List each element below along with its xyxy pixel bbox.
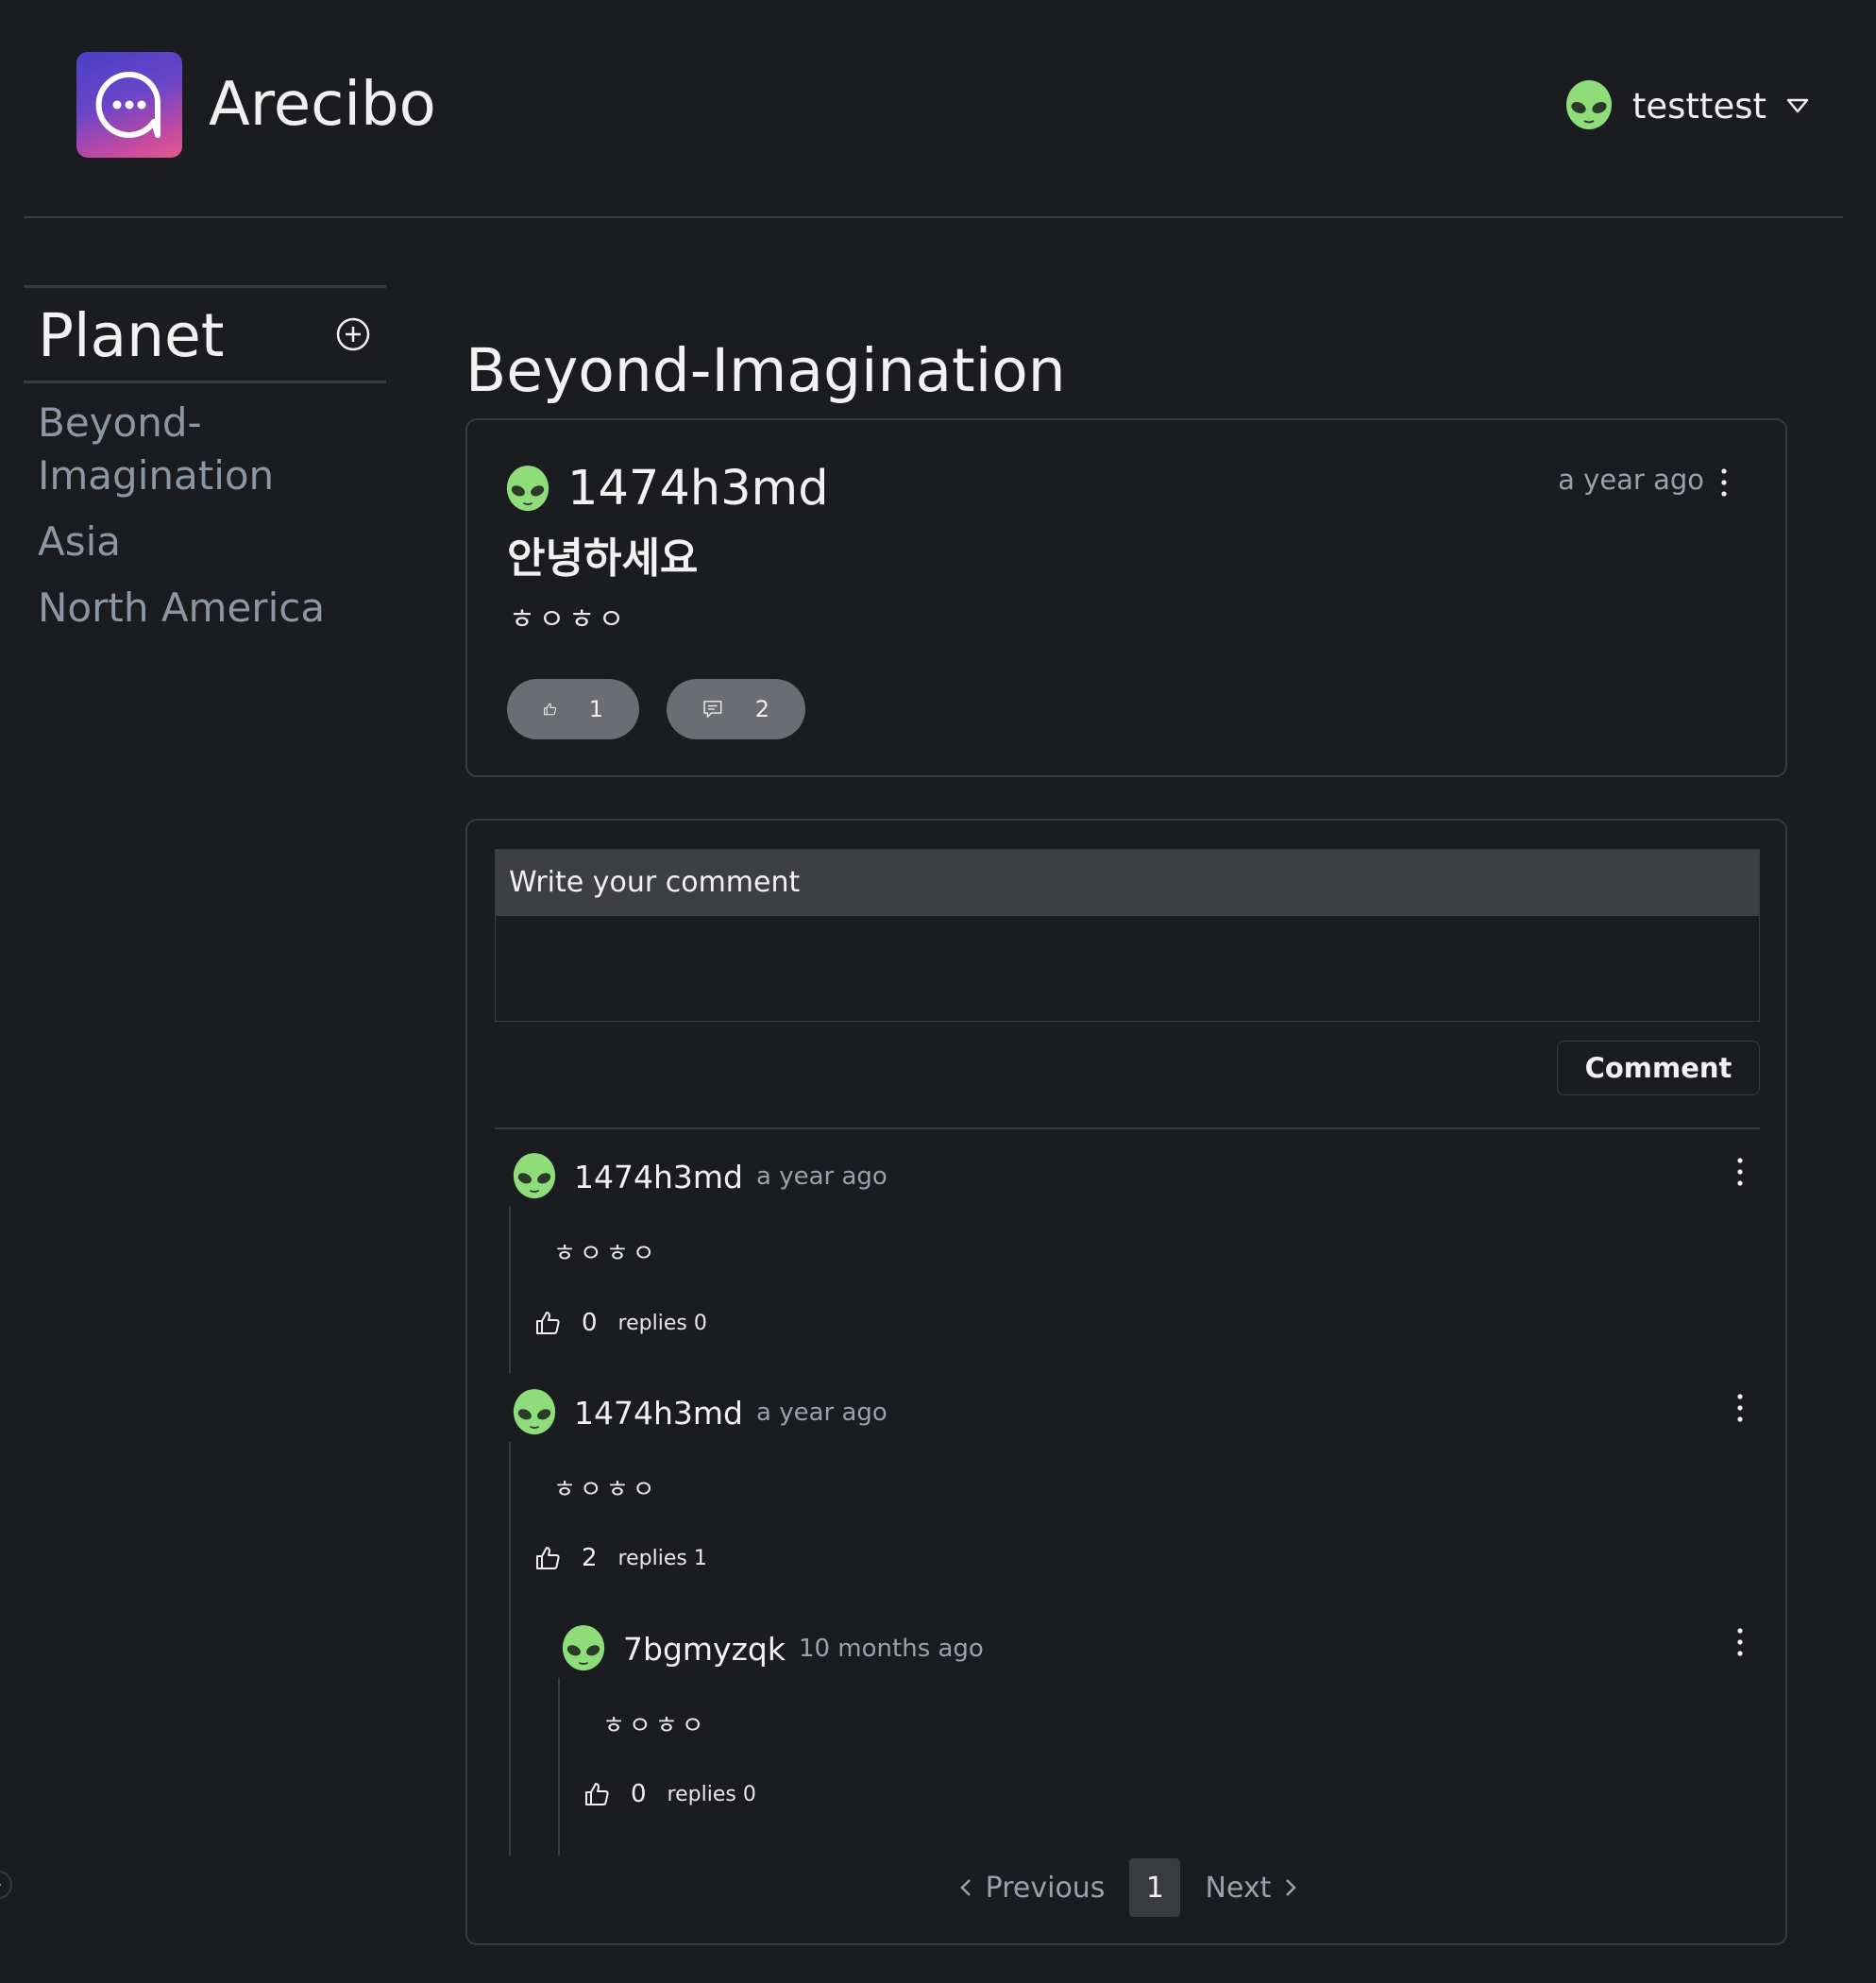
comment-thread-line [509,1442,511,1856]
post-like-count: 1 [588,696,603,722]
post-comment-count: 2 [754,696,769,722]
sidebar-item-north-america[interactable]: North America [38,582,378,635]
comment-thread-line [509,1206,511,1373]
comment-author[interactable]: 1474h3md a year ago [512,1387,887,1438]
app-logo[interactable] [76,52,182,158]
username: testtest [1631,85,1766,127]
plus-circle-icon[interactable] [334,315,372,353]
comments-divider [495,1127,1760,1129]
comment-actions: 0 replies 0 [534,1309,707,1337]
comment-author-name: 1474h3md [574,1158,743,1195]
reply-actions: 0 replies 0 [583,1780,756,1808]
comment-editor-heading: Write your comment [496,850,1759,916]
post-comment-button[interactable]: 2 [667,679,805,739]
pagination: Previous 1 Next [467,1858,1789,1917]
chat-bubble-logo-icon [95,71,161,138]
app-title[interactable]: Arecibo [209,68,436,142]
header-divider [24,216,1843,218]
reply-timestamp: 10 months ago [798,1635,984,1663]
alien-avatar-icon [1565,80,1612,129]
reply-thread-line [558,1678,560,1856]
alien-avatar-icon [513,1153,556,1199]
post-card: 1474h3md a year ago 안녕하세요 ㅎㅇㅎㅇ 1 2 [465,418,1787,777]
vertical-dots-icon[interactable] [1731,1155,1749,1189]
reply-replies-toggle[interactable]: replies 0 [668,1783,756,1806]
post-timestamp: a year ago [1558,464,1704,496]
comment-submit-button[interactable]: Comment [1557,1041,1760,1095]
thumbs-up-icon[interactable] [534,1310,561,1336]
chevron-right-icon [1286,1879,1297,1896]
page-title: Beyond-Imagination [465,336,1066,405]
alien-avatar-icon [513,1389,556,1435]
post-body: ㅎㅇㅎㅇ [509,603,629,636]
sidebar-list: Beyond-Imagination Asia North America [38,397,378,648]
comment-timestamp: a year ago [756,1162,887,1191]
user-menu[interactable]: testtest [1564,77,1810,134]
comment-timestamp: a year ago [756,1398,887,1427]
chevron-left-icon [959,1879,971,1896]
alien-avatar-icon [506,465,549,511]
reply-like-count: 0 [631,1780,647,1808]
thumbs-up-icon[interactable] [583,1781,610,1807]
thumbs-up-icon[interactable] [534,1545,561,1571]
post-author[interactable]: 1474h3md [505,461,829,517]
alien-avatar-icon [562,1625,605,1671]
comment-bubble-icon [703,701,722,718]
comment-author[interactable]: 1474h3md a year ago [512,1151,887,1202]
pagination-previous[interactable]: Previous [959,1871,1106,1905]
vertical-dots-icon[interactable] [1731,1391,1749,1425]
comment-replies-toggle[interactable]: replies 0 [618,1312,707,1335]
post-author-name: 1474h3md [567,461,829,517]
comment-like-count: 2 [582,1544,598,1572]
pagination-current-page[interactable]: 1 [1129,1858,1181,1917]
post-title: 안녕하세요 [507,534,699,583]
pagination-previous-label: Previous [985,1871,1106,1905]
sidebar-item-asia[interactable]: Asia [38,516,378,568]
sidebar-divider [24,381,386,383]
comment-actions: 2 replies 1 [534,1544,707,1572]
sidebar-title: Planet [38,301,225,370]
pagination-next[interactable]: Next [1205,1872,1297,1905]
comment-like-count: 0 [582,1309,598,1337]
thumbs-up-icon [544,703,556,716]
triangle-down-icon[interactable] [1785,96,1810,115]
reply-author[interactable]: 7bgmyzqk 10 months ago [561,1623,984,1674]
comment-author-name: 1474h3md [574,1394,743,1432]
vertical-dots-icon[interactable] [1731,1625,1749,1659]
comment-input[interactable] [496,916,1759,1021]
comments-section: Write your comment Comment 1474h3md a ye… [465,819,1787,1945]
sidebar-divider [24,285,386,288]
vertical-dots-icon[interactable] [1715,466,1733,500]
reply-author-name: 7bgmyzqk [623,1630,786,1668]
comment-replies-toggle[interactable]: replies 1 [618,1547,707,1570]
post-like-button[interactable]: 1 [507,679,639,739]
pagination-next-label: Next [1205,1871,1272,1905]
chevron-right-icon[interactable] [0,1868,13,1902]
comment-body: ㅎㅇㅎㅇ [553,1240,659,1268]
reply-body: ㅎㅇㅎㅇ [602,1712,708,1740]
comment-body: ㅎㅇㅎㅇ [553,1476,659,1504]
sidebar-item-beyond-imagination[interactable]: Beyond-Imagination [38,397,378,502]
comment-editor: Write your comment [495,849,1760,1022]
